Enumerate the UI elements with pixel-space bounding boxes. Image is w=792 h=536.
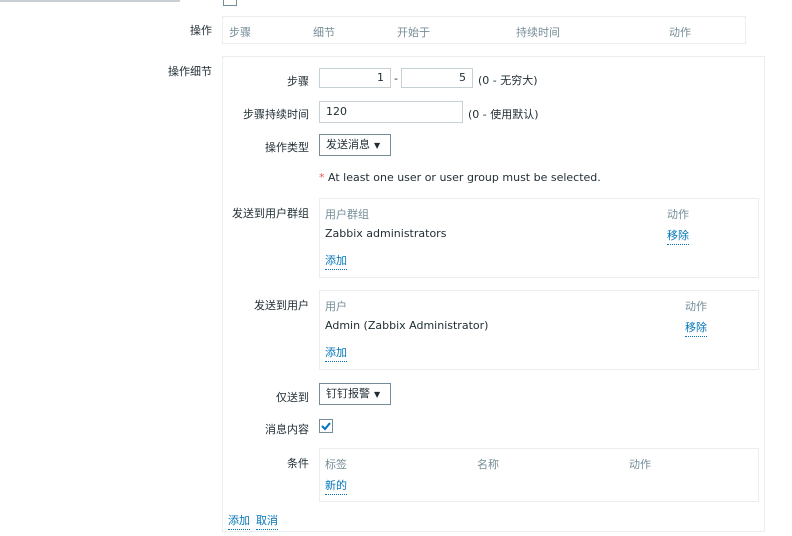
- user-groups-col-action: 动作: [667, 208, 689, 221]
- step-duration-input[interactable]: 120: [319, 101, 463, 123]
- send-to-users-label: 发送到用户: [254, 299, 309, 312]
- default-message-label: 消息内容: [265, 423, 309, 436]
- chevron-down-icon: ▼: [374, 390, 381, 399]
- col-details: 细节: [313, 26, 335, 39]
- step-duration-label: 步骤持续时间: [243, 108, 309, 121]
- top-cutoff-checkbox: [223, 0, 237, 6]
- chevron-down-icon: ▼: [374, 141, 381, 150]
- step-separator: -: [394, 72, 398, 85]
- send-to-groups-label: 发送到用户群组: [232, 207, 309, 220]
- operation-details-label: 操作细节: [168, 65, 212, 78]
- top-cutoff-text: [0, 0, 210, 2]
- user-group-remove-link[interactable]: 移除: [667, 227, 689, 245]
- conditions-label: 条件: [287, 457, 309, 470]
- step-duration-hint: (0 - 使用默认): [468, 108, 539, 121]
- conditions-table: 标签 名称 动作 新的: [319, 448, 759, 502]
- users-col-name: 用户: [325, 300, 347, 313]
- validation-warning: * At least one user or user group must b…: [319, 171, 601, 184]
- send-only-to-value: 钉钉报警: [326, 387, 370, 400]
- users-col-action: 动作: [685, 300, 707, 313]
- users-table: 用户 动作 Admin (Zabbix Administrator) 移除 添加: [319, 290, 759, 370]
- col-start-in: 开始于: [397, 26, 430, 39]
- checkmark-icon: [321, 422, 331, 431]
- conditions-col-name: 名称: [477, 458, 499, 471]
- steps-hint: (0 - 无穷大): [478, 74, 538, 87]
- user-row-name: Admin (Zabbix Administrator): [325, 319, 489, 332]
- default-message-checkbox[interactable]: [319, 419, 333, 433]
- warning-text: At least one user or user group must be …: [328, 171, 601, 184]
- user-add-link[interactable]: 添加: [325, 344, 347, 362]
- conditions-col-label: 标签: [325, 458, 347, 471]
- user-groups-table: 用户群组 动作 Zabbix administrators 移除 添加: [319, 198, 759, 278]
- details-add-link[interactable]: 添加: [228, 512, 250, 530]
- send-only-to-select[interactable]: 钉钉报警 ▼: [319, 383, 391, 405]
- steps-label: 步骤: [287, 75, 309, 88]
- user-groups-col-name: 用户群组: [325, 208, 369, 221]
- required-asterisk: *: [319, 171, 325, 184]
- operations-label: 操作: [190, 24, 212, 37]
- col-duration: 持续时间: [516, 26, 560, 39]
- step-from-input[interactable]: 1: [319, 68, 391, 88]
- user-group-row-name: Zabbix administrators: [325, 227, 447, 240]
- operation-type-value: 发送消息: [326, 138, 370, 151]
- details-cancel-link[interactable]: 取消: [256, 512, 278, 530]
- step-to-input[interactable]: 5: [401, 68, 473, 88]
- operations-table: 步骤 细节 开始于 持续时间 动作: [222, 16, 746, 44]
- col-step: 步骤: [229, 26, 251, 39]
- user-group-add-link[interactable]: 添加: [325, 252, 347, 270]
- user-remove-link[interactable]: 移除: [685, 319, 707, 337]
- operation-type-select[interactable]: 发送消息 ▼: [319, 134, 391, 156]
- col-action: 动作: [669, 26, 691, 39]
- conditions-col-action: 动作: [629, 458, 651, 471]
- operation-type-label: 操作类型: [265, 141, 309, 154]
- send-only-to-label: 仅送到: [276, 391, 309, 404]
- conditions-new-link[interactable]: 新的: [325, 477, 347, 495]
